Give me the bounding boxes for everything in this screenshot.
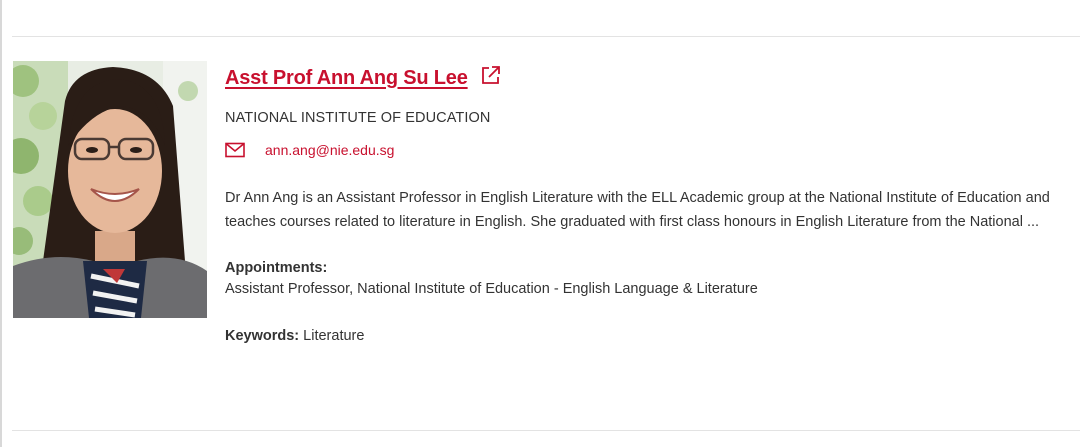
appointments-value: Assistant Professor, National Institute … [225,281,758,297]
external-link-icon[interactable] [480,64,502,86]
email-link[interactable]: ann.ang@nie.edu.sg [265,142,394,158]
appointments-label: Appointments: [225,260,328,276]
profile-content: Asst Prof Ann Ang Su Lee NATIONAL INSTIT… [225,63,1070,344]
mail-icon [225,142,245,158]
top-divider [12,36,1080,37]
profile-bio: Dr Ann Ang is an Assistant Professor in … [225,190,1050,230]
page-left-border [0,0,2,447]
institute-name: NATIONAL INSTITUTE OF EDUCATION [225,110,491,126]
profile-photo [13,61,207,318]
profile-name-link[interactable]: Asst Prof Ann Ang Su Lee [225,67,468,90]
name-row: Asst Prof Ann Ang Su Lee [225,63,1070,93]
bottom-divider [12,430,1080,431]
keywords-label: Keywords: [225,328,300,344]
email-row: ann.ang@nie.edu.sg [225,140,1070,160]
keywords-value: Literature [303,328,365,344]
keywords-row: Keywords: Literature [225,328,1070,344]
